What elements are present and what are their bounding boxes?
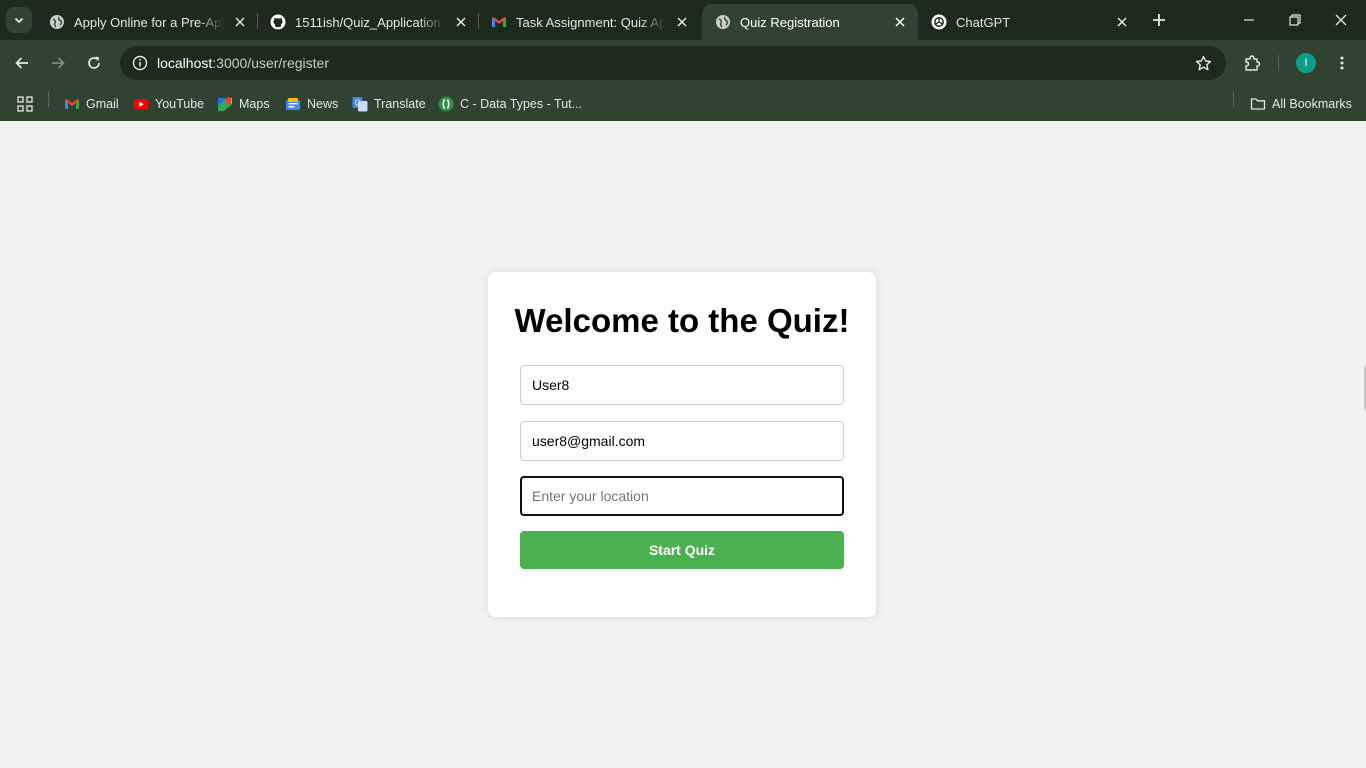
plus-icon	[1153, 14, 1165, 26]
tab-title: 1511ish/Quiz_Application: A Quiz	[295, 14, 445, 30]
page-title: Welcome to the Quiz!	[514, 302, 850, 339]
minimize-icon	[1244, 19, 1254, 21]
toolbar-divider	[1278, 55, 1279, 71]
close-icon[interactable]	[892, 14, 908, 30]
close-icon[interactable]	[1114, 14, 1130, 30]
maps-icon	[217, 96, 233, 112]
forward-button[interactable]	[44, 49, 72, 77]
bookmark-label: Translate	[374, 97, 426, 111]
close-icon	[1335, 14, 1347, 26]
tab-github[interactable]: 1511ish/Quiz_Application: A Quiz	[257, 4, 479, 40]
apps-button[interactable]	[17, 92, 33, 116]
address-bar[interactable]: localhost:3000/user/register	[120, 46, 1226, 80]
bookmark-youtube[interactable]: YouTube	[133, 92, 204, 116]
bookmark-label: Maps	[239, 97, 270, 111]
globe-icon	[49, 14, 65, 30]
new-tab-button[interactable]	[1147, 8, 1171, 32]
close-icon[interactable]	[232, 14, 248, 30]
svg-text:G: G	[355, 99, 361, 108]
close-icon[interactable]	[674, 14, 690, 30]
url-text[interactable]: localhost:3000/user/register	[157, 55, 329, 71]
bookmarks-bar: Gmail YouTube Maps News G Translate C - …	[0, 86, 1366, 121]
bookmark-news[interactable]: News	[285, 92, 338, 116]
profile-avatar[interactable]: I	[1296, 53, 1316, 73]
news-icon	[285, 96, 301, 112]
github-icon	[270, 14, 286, 30]
tab-strip: Apply Online for a Pre-Approved 1511ish/…	[0, 0, 1366, 40]
gmail-icon	[64, 96, 80, 112]
close-icon[interactable]	[453, 14, 469, 30]
all-bookmarks-label: All Bookmarks	[1272, 97, 1352, 111]
tab-apply-online[interactable]: Apply Online for a Pre-Approved	[36, 4, 258, 40]
bookmarks-divider	[48, 91, 49, 107]
start-quiz-button[interactable]: Start Quiz	[520, 531, 844, 569]
folder-icon	[1250, 96, 1266, 112]
reload-button[interactable]	[80, 49, 108, 77]
site-info-icon[interactable]	[128, 51, 152, 75]
chevron-down-icon	[14, 17, 24, 24]
bookmark-c-data-types[interactable]: C - Data Types - Tut...	[438, 92, 582, 116]
tab-quiz-registration[interactable]: Quiz Registration	[702, 4, 918, 40]
tab-title: Quiz Registration	[740, 14, 840, 30]
gmail-icon	[491, 14, 507, 30]
youtube-icon	[133, 96, 149, 112]
bookmark-label: Gmail	[86, 97, 119, 111]
url-host: localhost	[157, 55, 213, 71]
registration-card: Welcome to the Quiz! Start Quiz	[488, 272, 876, 617]
bookmark-translate[interactable]: G Translate	[352, 92, 426, 116]
arrow-right-icon	[52, 57, 65, 69]
tab-title: Task Assignment: Quiz Application	[516, 14, 666, 30]
globe-icon	[715, 14, 731, 30]
browser-toolbar: localhost:3000/user/register I	[0, 40, 1366, 86]
reload-icon	[88, 56, 100, 69]
bookmark-label: YouTube	[155, 97, 205, 111]
back-button[interactable]	[8, 49, 36, 77]
tutorial-icon	[438, 96, 454, 112]
minimize-button[interactable]	[1226, 0, 1272, 40]
restore-button[interactable]	[1272, 0, 1318, 40]
arrow-left-icon	[15, 57, 28, 69]
tab-title: ChatGPT	[956, 14, 1011, 30]
tab-gmail-task[interactable]: Task Assignment: Quiz Application	[478, 4, 700, 40]
tab-search-button[interactable]	[6, 7, 32, 33]
restore-icon	[1289, 14, 1301, 26]
bookmark-label: News	[307, 97, 339, 111]
all-bookmarks-button[interactable]: All Bookmarks	[1250, 92, 1352, 116]
apps-grid-icon	[17, 96, 33, 112]
menu-kebab-icon[interactable]	[1330, 51, 1354, 75]
email-input[interactable]	[520, 421, 844, 461]
bookmark-gmail[interactable]: Gmail	[64, 92, 119, 116]
translate-icon: G	[352, 96, 368, 112]
bookmark-label: C - Data Types - Tut...	[460, 97, 583, 111]
bookmark-maps[interactable]: Maps	[217, 92, 270, 116]
chatgpt-icon	[931, 14, 947, 30]
bookmarks-divider	[1233, 91, 1234, 107]
page-viewport: Welcome to the Quiz! Start Quiz	[0, 121, 1366, 768]
bookmark-star-icon[interactable]	[1194, 54, 1212, 72]
url-path: :3000/user/register	[212, 55, 329, 71]
close-window-button[interactable]	[1318, 0, 1364, 40]
tab-title: Apply Online for a Pre-Approved	[74, 14, 224, 30]
name-input[interactable]	[520, 365, 844, 405]
extensions-icon[interactable]	[1240, 51, 1264, 75]
location-input[interactable]	[520, 476, 844, 516]
tab-chatgpt[interactable]: ChatGPT	[918, 4, 1140, 40]
